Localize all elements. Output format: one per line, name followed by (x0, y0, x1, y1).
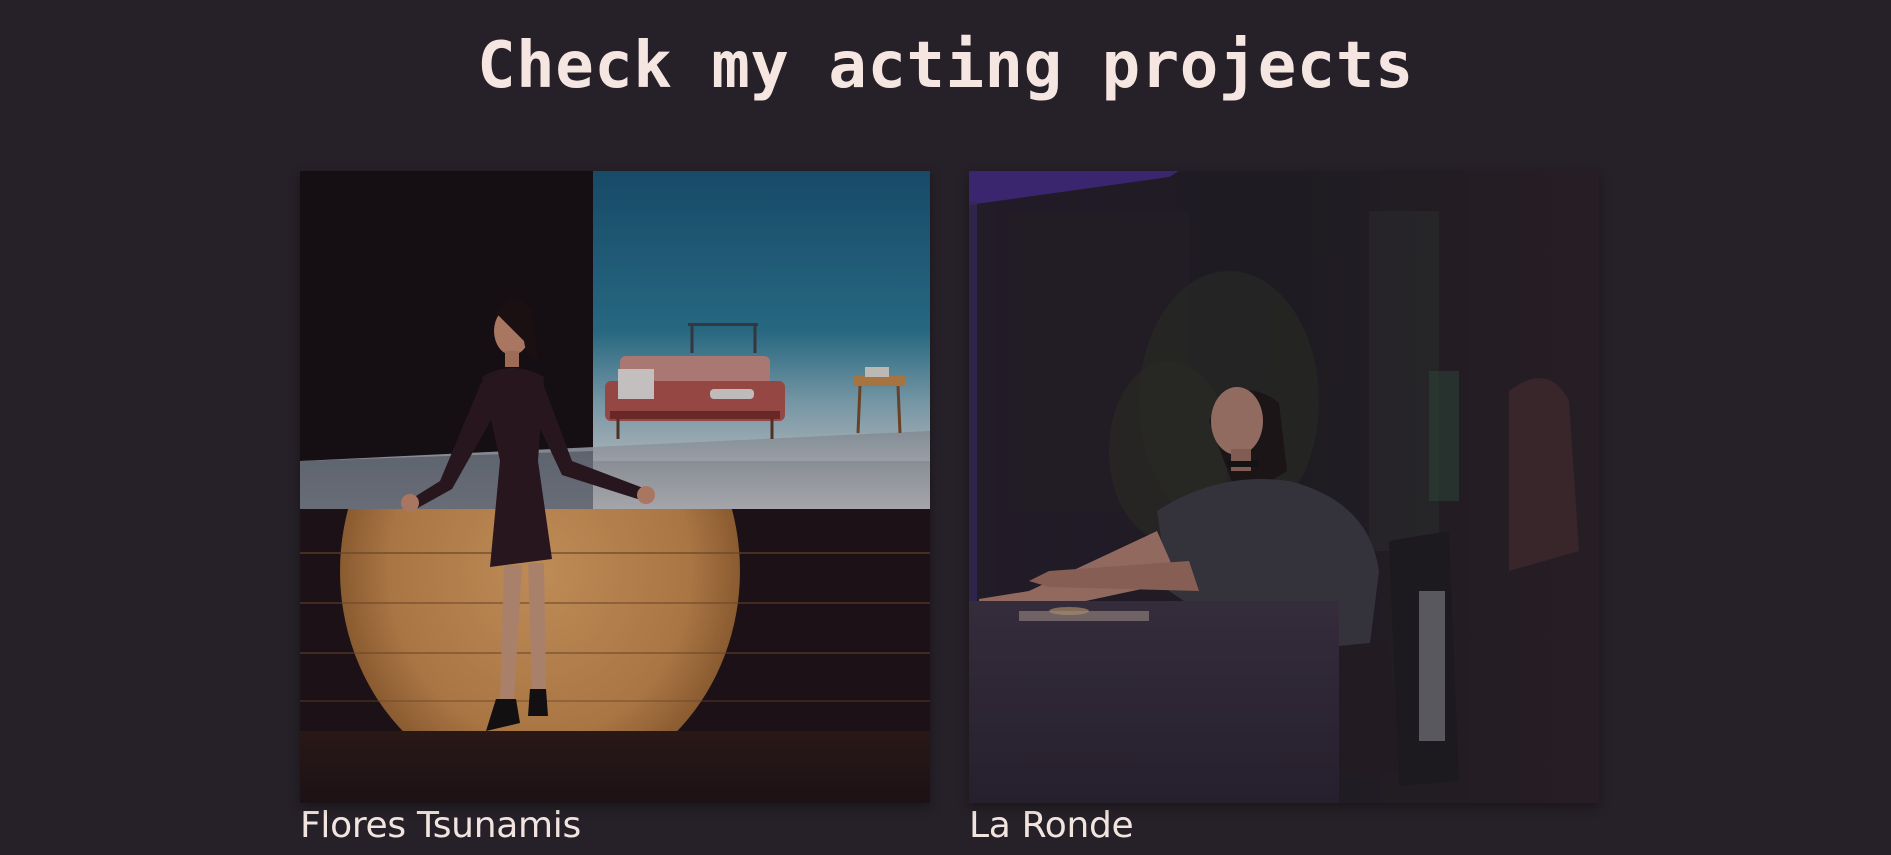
project-card-flores-tsunamis[interactable]: Flores Tsunamis (300, 171, 930, 848)
project-photo-stage-performance[interactable] (300, 171, 930, 803)
project-photo-seated-scene[interactable] (969, 171, 1599, 803)
project-title[interactable]: Flores Tsunamis (300, 804, 930, 848)
project-title[interactable]: La Ronde (969, 804, 1599, 848)
page-title: Check my acting projects (477, 29, 1414, 103)
project-card-la-ronde[interactable]: La Ronde (969, 171, 1599, 848)
projects-page: Check my acting projects Flores Tsunamis… (0, 0, 1891, 855)
